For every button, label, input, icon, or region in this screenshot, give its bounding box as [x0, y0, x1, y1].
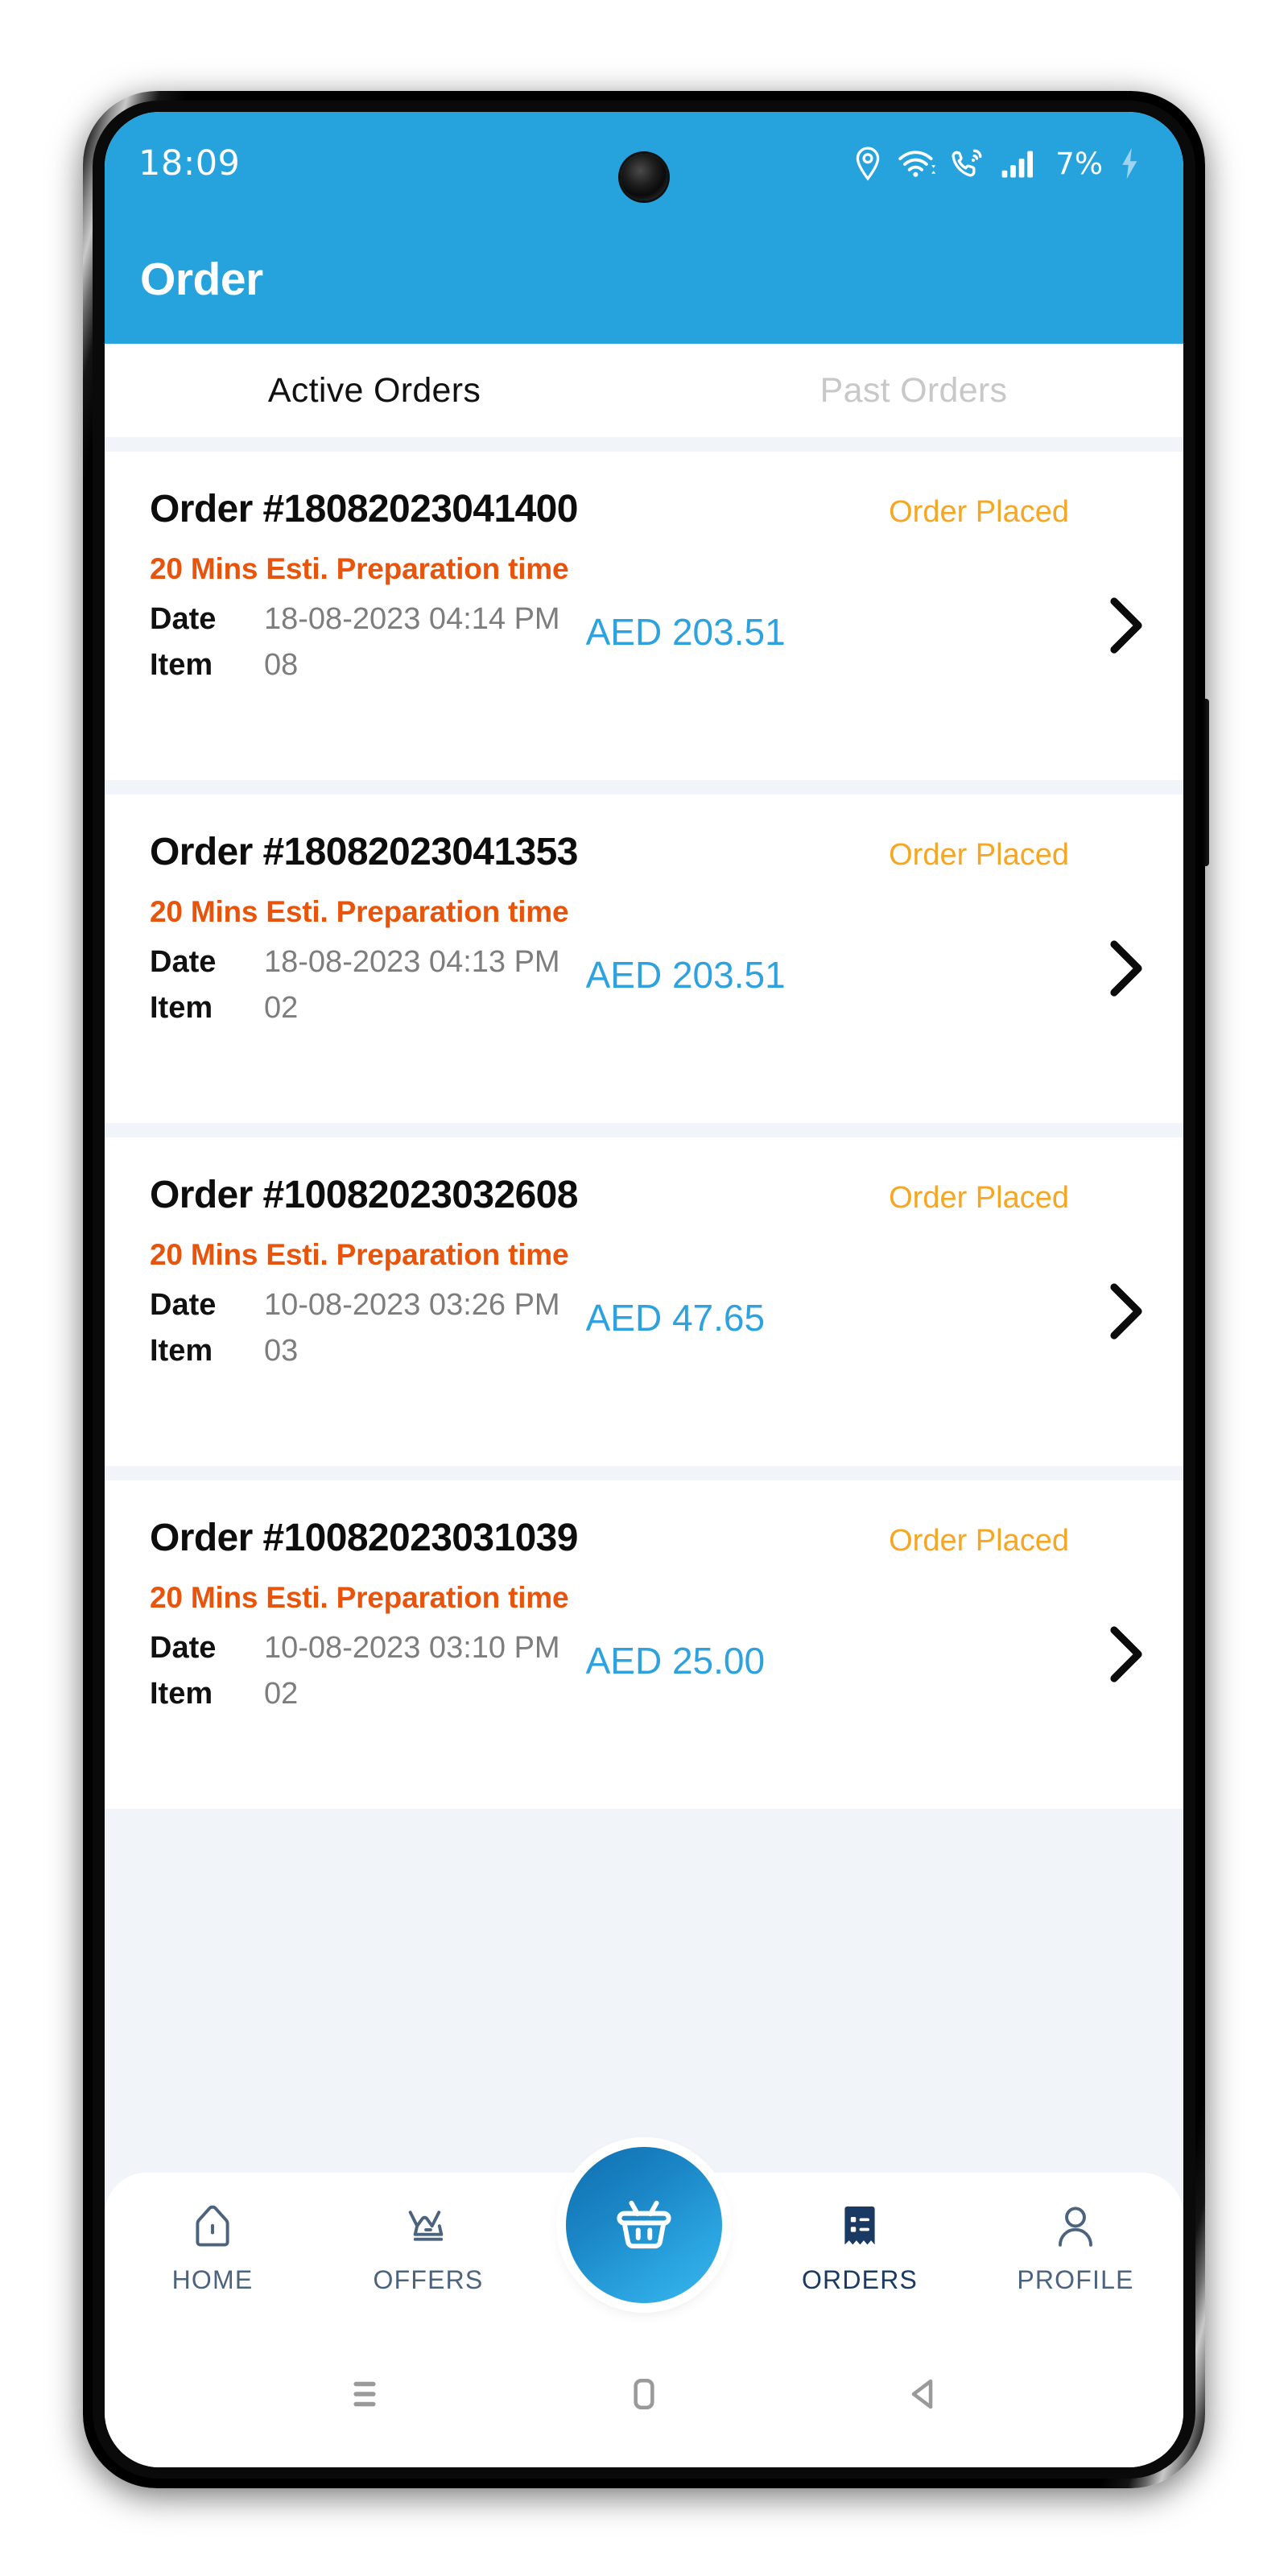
order-meta-block: Date 18-08-2023 04:14 PM Item 08 — [150, 602, 560, 694]
order-item-row: Item 03 — [150, 1334, 560, 1368]
order-card-header: Order #18082023041400 Order Placed — [150, 487, 1138, 531]
item-key-label: Item — [150, 1334, 213, 1368]
date-key-label: Date — [150, 1631, 217, 1665]
date-value: 18-08-2023 04:13 PM — [264, 945, 560, 979]
prep-time-label: 20 Mins Esti. Preparation time — [150, 552, 569, 585]
nav-label-profile: PROFILE — [1017, 2265, 1134, 2294]
battery-percentage-label: 7% — [1055, 146, 1103, 181]
order-tab-bar: Active Orders Past Orders — [105, 344, 1183, 437]
chevron-right-icon[interactable] — [1104, 1281, 1146, 1346]
back-triangle-icon[interactable] — [901, 2372, 946, 2421]
nav-label-offers: OFFERS — [373, 2265, 484, 2294]
power-button[interactable] — [1203, 699, 1209, 866]
crown-icon — [403, 2202, 453, 2256]
nav-item-profile[interactable]: PROFILE — [968, 2202, 1183, 2295]
order-list[interactable]: Order #18082023041400 Order Placed 20 Mi… — [105, 437, 1183, 2140]
nav-item-home[interactable]: HOME — [105, 2202, 320, 2295]
order-amount: AED 203.51 — [585, 954, 786, 996]
order-date-row: Date 18-08-2023 04:13 PM — [150, 945, 560, 980]
date-key-label: Date — [150, 1288, 217, 1322]
receipt-list-icon — [836, 2202, 883, 2256]
order-date-row: Date 10-08-2023 03:10 PM — [150, 1631, 560, 1666]
order-card-header: Order #18082023041353 Order Placed — [150, 830, 1138, 874]
front-camera-punch-hole — [621, 154, 667, 200]
item-count-value: 02 — [264, 991, 299, 1025]
order-meta-block: Date 10-08-2023 03:10 PM Item 02 — [150, 1631, 560, 1723]
status-icon-group: 7% — [852, 146, 1141, 181]
order-date-row: Date 18-08-2023 04:14 PM — [150, 602, 560, 637]
order-card[interactable]: Order #10082023031039 Order Placed 20 Mi… — [105, 1480, 1183, 1809]
call-forwarding-icon — [951, 147, 986, 180]
charging-bolt-icon — [1117, 147, 1141, 180]
prep-time-label: 20 Mins Esti. Preparation time — [150, 1581, 569, 1614]
cart-fab-button[interactable] — [566, 2147, 722, 2303]
order-amount: AED 203.51 — [585, 611, 786, 653]
bottom-nav-container: HOME OFFERS ORDERS PROFILE — [105, 2140, 1183, 2339]
tab-active-orders[interactable]: Active Orders — [105, 344, 644, 437]
date-value: 10-08-2023 03:26 PM — [264, 1288, 560, 1322]
order-status-badge: Order Placed — [889, 1524, 1069, 1558]
order-id: Order #18082023041400 — [150, 488, 578, 530]
item-count-value: 03 — [264, 1334, 299, 1368]
phone-screen: 18:09 7% Order Active Orders Past Orders… — [105, 112, 1183, 2467]
page-title: Order — [140, 254, 263, 305]
order-item-row: Item 08 — [150, 648, 560, 683]
order-meta-block: Date 10-08-2023 03:26 PM Item 03 — [150, 1288, 560, 1380]
home-icon — [188, 2202, 237, 2256]
item-key-label: Item — [150, 991, 213, 1025]
order-status-badge: Order Placed — [889, 495, 1069, 529]
nav-item-orders[interactable]: ORDERS — [752, 2202, 968, 2295]
order-date-row: Date 10-08-2023 03:26 PM — [150, 1288, 560, 1323]
home-square-icon[interactable] — [621, 2372, 667, 2421]
order-item-row: Item 02 — [150, 1677, 560, 1711]
order-item-row: Item 02 — [150, 991, 560, 1026]
date-key-label: Date — [150, 602, 217, 636]
date-value: 18-08-2023 04:14 PM — [264, 602, 560, 636]
order-status-badge: Order Placed — [889, 838, 1069, 872]
order-meta-block: Date 18-08-2023 04:13 PM Item 02 — [150, 945, 560, 1037]
item-count-value: 02 — [264, 1677, 299, 1711]
order-card[interactable]: Order #18082023041400 Order Placed 20 Mi… — [105, 452, 1183, 780]
android-system-nav — [105, 2339, 1183, 2467]
signal-bars-icon — [1001, 147, 1039, 180]
person-icon — [1051, 2202, 1100, 2256]
nav-item-offers[interactable]: OFFERS — [320, 2202, 536, 2295]
status-bar: 18:09 7% — [105, 112, 1183, 215]
app-bar: Order — [105, 215, 1183, 344]
order-card[interactable]: Order #18082023041353 Order Placed 20 Mi… — [105, 795, 1183, 1123]
chevron-right-icon[interactable] — [1104, 1624, 1146, 1689]
shopping-basket-icon — [609, 2189, 679, 2262]
recents-menu-icon[interactable] — [342, 2372, 387, 2421]
nav-label-orders: ORDERS — [801, 2265, 919, 2294]
order-amount: AED 47.65 — [585, 1297, 766, 1339]
order-amount: AED 25.00 — [585, 1640, 766, 1682]
item-key-label: Item — [150, 648, 213, 682]
order-id: Order #10082023032608 — [150, 1174, 578, 1216]
nav-label-home: HOME — [171, 2265, 254, 2294]
order-card-details: Date 10-08-2023 03:26 PM Item 03 AED 47.… — [150, 1288, 1138, 1380]
location-pin-icon — [852, 146, 883, 181]
order-id: Order #18082023041353 — [150, 831, 578, 873]
order-card-details: Date 10-08-2023 03:10 PM Item 02 AED 25.… — [150, 1631, 1138, 1723]
item-count-value: 08 — [264, 648, 299, 682]
order-card[interactable]: Order #10082023032608 Order Placed 20 Mi… — [105, 1137, 1183, 1466]
order-id: Order #10082023031039 — [150, 1517, 578, 1559]
date-key-label: Date — [150, 945, 217, 979]
order-card-details: Date 18-08-2023 04:14 PM Item 08 AED 203… — [150, 602, 1138, 694]
order-card-header: Order #10082023031039 Order Placed — [150, 1516, 1138, 1560]
tab-past-orders[interactable]: Past Orders — [644, 344, 1183, 437]
prep-time-label: 20 Mins Esti. Preparation time — [150, 895, 569, 928]
item-key-label: Item — [150, 1677, 213, 1711]
chevron-right-icon[interactable] — [1104, 938, 1146, 1003]
order-card-header: Order #10082023032608 Order Placed — [150, 1173, 1138, 1217]
status-time: 18:09 — [138, 143, 241, 184]
wifi-icon — [898, 147, 936, 180]
prep-time-label: 20 Mins Esti. Preparation time — [150, 1238, 569, 1271]
order-status-badge: Order Placed — [889, 1181, 1069, 1215]
date-value: 10-08-2023 03:10 PM — [264, 1631, 560, 1665]
order-card-details: Date 18-08-2023 04:13 PM Item 02 AED 203… — [150, 945, 1138, 1037]
chevron-right-icon[interactable] — [1104, 595, 1146, 660]
